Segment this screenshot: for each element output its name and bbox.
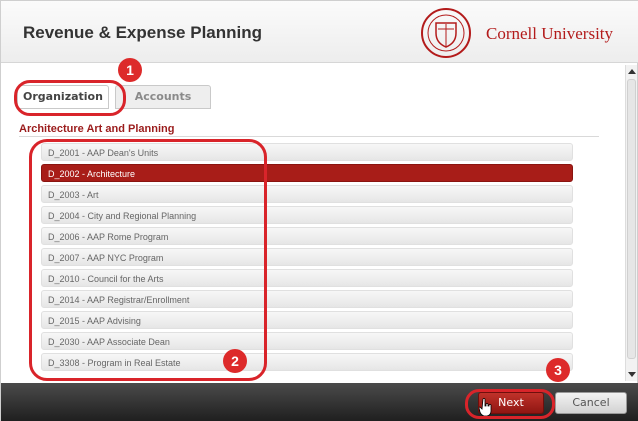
annotation-outline-list bbox=[29, 139, 267, 381]
annotation-outline-tabs bbox=[14, 80, 126, 116]
scroll-down-icon[interactable] bbox=[628, 372, 636, 377]
rep-dialog: Revenue & Expense Planning Cornell Unive… bbox=[0, 0, 638, 421]
section-divider bbox=[19, 136, 599, 137]
scroll-thumb[interactable] bbox=[627, 79, 636, 359]
cornell-seal-icon bbox=[421, 8, 471, 58]
page-title: Revenue & Expense Planning bbox=[23, 23, 263, 42]
header-bar: Revenue & Expense Planning Cornell Unive… bbox=[1, 1, 638, 63]
step-badge-3: 3 bbox=[546, 358, 570, 382]
vertical-scrollbar[interactable] bbox=[625, 65, 637, 381]
step-badge-2: 2 bbox=[223, 349, 247, 373]
step-badge-1: 1 bbox=[118, 58, 142, 82]
section-title: Architecture Art and Planning bbox=[19, 123, 175, 135]
annotation-outline-next bbox=[465, 389, 555, 419]
cancel-button[interactable]: Cancel bbox=[555, 392, 627, 414]
brand-name: Cornell University bbox=[486, 24, 614, 43]
scroll-up-icon[interactable] bbox=[628, 69, 636, 74]
tab-accounts[interactable]: Accounts bbox=[115, 85, 211, 109]
